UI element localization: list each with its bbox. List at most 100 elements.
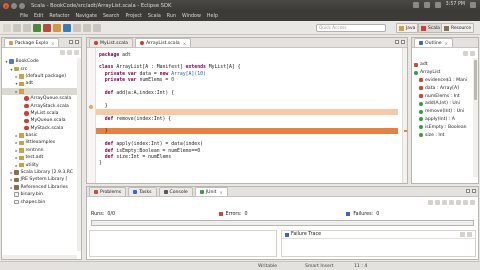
tree-item[interactable]: ▸ (default package): [2, 73, 81, 80]
minimize-window-button[interactable]: [11, 3, 17, 9]
maximize-window-button[interactable]: [19, 3, 25, 9]
test-tree[interactable]: [89, 230, 277, 257]
tab-console[interactable]: Console: [158, 187, 193, 196]
package-explorer-hscrollbar[interactable]: [2, 255, 77, 259]
failures-only-icon[interactable]: [442, 200, 447, 205]
quick-access-input[interactable]: Quick Access: [316, 24, 386, 32]
outline-item[interactable]: size : Int: [414, 131, 472, 139]
tree-item[interactable]: shapes.bin: [2, 198, 81, 205]
back-icon[interactable]: [83, 23, 91, 32]
outline-item[interactable]: adt: [414, 61, 472, 69]
print-icon[interactable]: [23, 23, 31, 32]
tree-item[interactable]: ▸ Scala Library [2.9.3.RC: [2, 169, 81, 176]
menu-scala[interactable]: Scala: [148, 14, 161, 19]
close-icon[interactable]: ×: [219, 190, 222, 195]
outline-item[interactable]: evidence$1 : Mani: [414, 77, 472, 85]
history-icon[interactable]: [463, 200, 468, 205]
menu-edit[interactable]: Edit: [34, 14, 43, 19]
warning-marker-icon[interactable]: [89, 105, 93, 109]
tree-item[interactable]: ▸ JRE System Library [: [2, 176, 81, 183]
minimize-view-button[interactable]: [395, 40, 399, 44]
sort-icon[interactable]: [463, 51, 468, 56]
menu-run[interactable]: Run: [167, 14, 176, 19]
editor-scrollbar[interactable]: [402, 48, 407, 183]
previous-failure-icon[interactable]: [435, 200, 440, 205]
tree-item[interactable]: ▾ adt: [2, 80, 81, 87]
tree-item[interactable]: ▸ Referenced Libraries: [2, 184, 81, 191]
run-icon[interactable]: [33, 23, 41, 32]
outline-item[interactable]: remove(Int) : Uni: [414, 108, 472, 116]
clock[interactable]: 3:57 PM: [446, 2, 465, 8]
network-icon[interactable]: [412, 2, 419, 8]
save-icon[interactable]: [13, 23, 21, 32]
minimize-view-button[interactable]: [466, 189, 470, 193]
tree-item[interactable]: ArrayQueue.scala: [2, 95, 81, 102]
tree-item[interactable]: ▾ BookCode: [2, 58, 81, 65]
tree-item[interactable]: ▸ utility: [2, 161, 81, 168]
menu-refactor[interactable]: Refactor: [49, 14, 69, 19]
menu-navigate[interactable]: Navigate: [75, 14, 97, 19]
tree-item[interactable]: ▸ test.adt: [2, 154, 81, 161]
mail-icon[interactable]: [423, 2, 430, 8]
editor-ruler[interactable]: [87, 48, 96, 183]
tab-mylist-scala[interactable]: MyList.scala: [89, 38, 133, 47]
new-icon[interactable]: [3, 23, 11, 32]
close-icon[interactable]: ×: [445, 41, 448, 46]
perspective-scala-button[interactable]: Scala: [418, 23, 443, 33]
perspective-java-button[interactable]: Java: [396, 23, 419, 33]
outline-scroll-thumb[interactable]: [474, 60, 477, 100]
tree-item[interactable]: binary.bin: [2, 191, 81, 198]
tree-item[interactable]: ▸ basic: [2, 132, 81, 139]
tab-arraylist-scala[interactable]: ArrayList.scala ×: [135, 38, 192, 47]
rerun-icon[interactable]: [449, 200, 454, 205]
tab-problems[interactable]: Problems: [89, 187, 127, 196]
tree-item[interactable]: MyQueue.scala: [2, 117, 81, 124]
close-icon[interactable]: ×: [51, 41, 54, 46]
overview-marker[interactable]: [404, 130, 407, 132]
tab-tasks[interactable]: Tasks: [128, 187, 157, 196]
maximize-view-button[interactable]: [401, 40, 405, 44]
tab-package-explorer[interactable]: Package Explo ×: [4, 38, 60, 47]
outline-item[interactable]: apply(Int) : A: [414, 116, 472, 124]
close-icon[interactable]: ×: [183, 41, 186, 46]
menu-window[interactable]: Window: [182, 14, 201, 19]
new-package-icon[interactable]: [53, 23, 61, 32]
code-line[interactable]: }: [99, 161, 397, 167]
collapse-all-icon[interactable]: [60, 50, 65, 55]
outline-item[interactable]: isEmpty : Boolean: [414, 123, 472, 131]
forward-icon[interactable]: [93, 23, 101, 32]
tree-item[interactable]: MyStack.scala: [2, 125, 81, 132]
tab-outline[interactable]: Outline ×: [414, 38, 453, 47]
menu-search[interactable]: Search: [103, 14, 119, 19]
view-menu-icon[interactable]: [470, 200, 475, 205]
tree-item[interactable]: ▸ littlexamples: [2, 139, 81, 146]
settings-gear-icon[interactable]: [470, 2, 476, 8]
view-menu-icon[interactable]: [470, 51, 475, 56]
editor-text[interactable]: package adt class ArrayList[A : Manifest]…: [99, 52, 397, 167]
menu-help[interactable]: Help: [207, 14, 218, 19]
package-explorer-scrollbar[interactable]: [77, 58, 81, 251]
outline-item[interactable]: add(A,Int) : Uni: [414, 100, 472, 108]
filter-stack-icon[interactable]: [460, 232, 465, 237]
tree-item[interactable]: MyList.scala: [2, 110, 81, 117]
tree-item[interactable]: ▾ src: [2, 65, 81, 72]
next-failure-icon[interactable]: [428, 200, 433, 205]
outline-item[interactable]: data : Array[A]: [414, 84, 472, 92]
sound-icon[interactable]: [434, 2, 441, 8]
debug-icon[interactable]: [43, 23, 51, 32]
menu-file[interactable]: File: [20, 14, 28, 19]
compare-icon[interactable]: [467, 232, 472, 237]
maximize-view-button[interactable]: [75, 40, 79, 44]
new-class-icon[interactable]: [63, 23, 71, 32]
close-window-button[interactable]: ×: [3, 3, 9, 9]
minimize-view-button[interactable]: [69, 40, 73, 44]
tree-item[interactable]: ▸ rentnnn: [2, 147, 81, 154]
stop-icon[interactable]: [456, 200, 461, 205]
outline-item[interactable]: ArrayList: [414, 69, 472, 77]
outline-scrollbar[interactable]: [473, 58, 478, 177]
search-icon[interactable]: [73, 23, 81, 32]
menu-project[interactable]: Project: [125, 14, 141, 19]
outline-item[interactable]: numElems : Int: [414, 92, 472, 100]
maximize-view-button[interactable]: [472, 189, 476, 193]
link-with-editor-icon[interactable]: [67, 50, 72, 55]
